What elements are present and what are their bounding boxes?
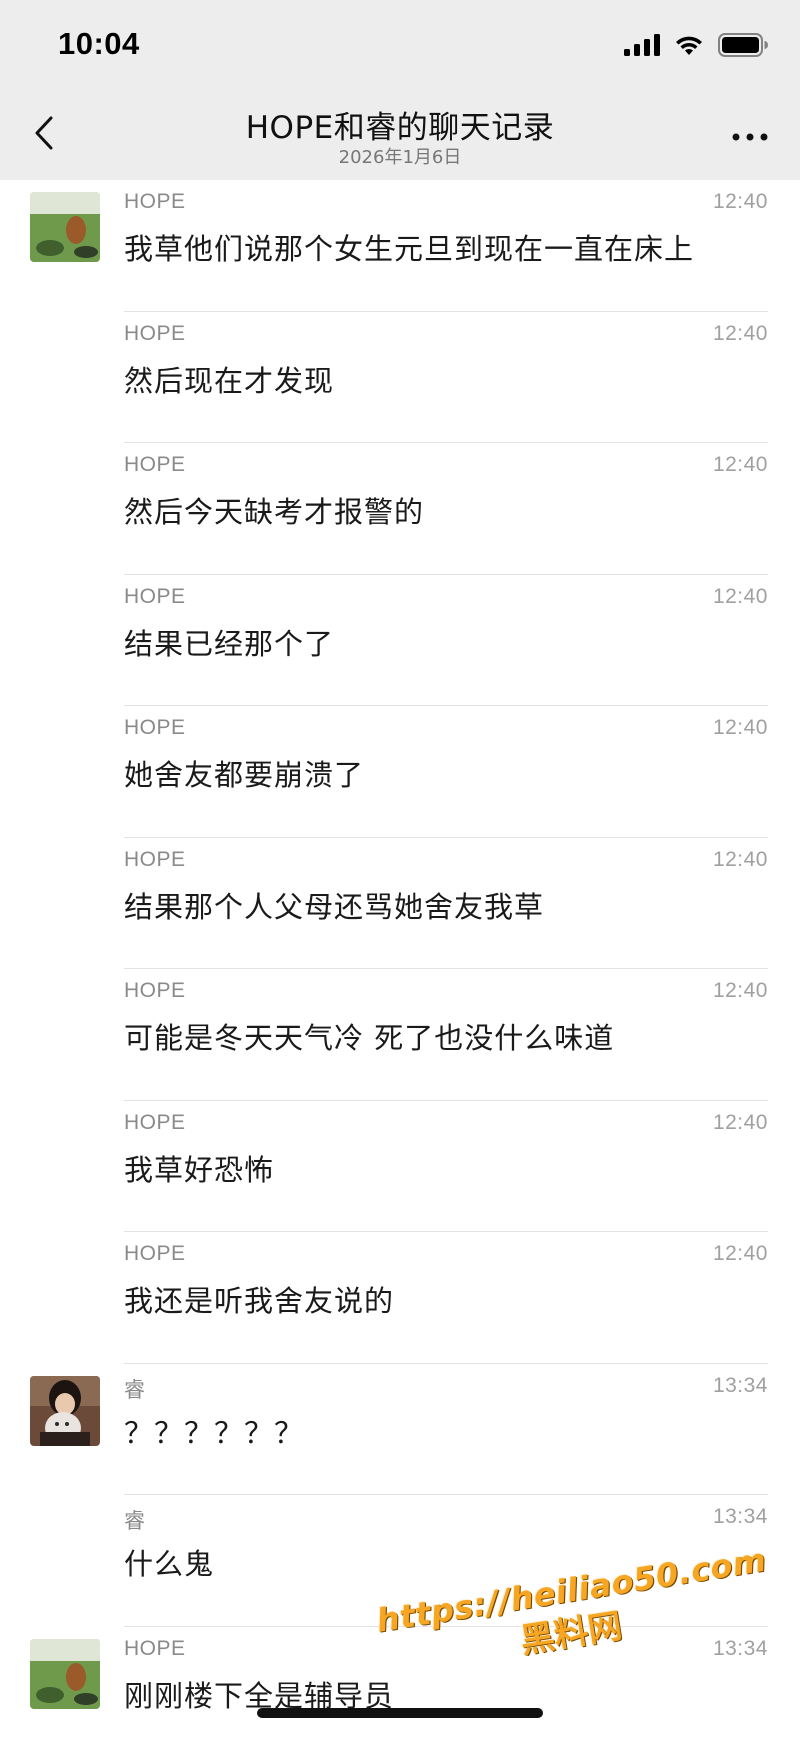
message-text: 我草他们说那个女生元旦到现在一直在床上: [124, 226, 694, 268]
wifi-icon: [674, 34, 704, 60]
message-sender: HOPE: [124, 1242, 186, 1266]
message-text: 她舍友都要崩溃了: [124, 752, 364, 794]
message-item[interactable]: HOPE 12:40 然后今天缺考才报警的: [0, 443, 800, 575]
message-time: 12:40: [713, 453, 768, 477]
message-time: 12:40: [713, 1111, 768, 1135]
message-sender: HOPE: [124, 322, 186, 346]
status-time: 10:04: [58, 26, 140, 62]
message-sender: 睿: [124, 1374, 146, 1404]
message-text: 我草好恐怖: [124, 1147, 274, 1189]
message-text: 然后今天缺考才报警的: [124, 489, 424, 531]
message-list[interactable]: HOPE 12:40 我草他们说那个女生元旦到现在一直在床上 HOPE 12:4…: [0, 180, 800, 1758]
message-sender: HOPE: [124, 1637, 186, 1661]
message-sender: HOPE: [124, 453, 186, 477]
message-text: 然后现在才发现: [124, 358, 334, 400]
message-text: 什么鬼: [124, 1541, 214, 1583]
message-time: 12:40: [713, 322, 768, 346]
message-sender: HOPE: [124, 716, 186, 740]
battery-icon: [718, 33, 768, 61]
avatar-hope[interactable]: [30, 192, 100, 262]
avatar-rui[interactable]: [30, 1376, 100, 1446]
message-item[interactable]: HOPE 12:40 可能是冬天天气冷 死了也没什么味道: [0, 969, 800, 1101]
message-text: ？？？？？？: [124, 1410, 304, 1452]
status-icons: [624, 32, 768, 62]
message-time: 12:40: [713, 585, 768, 609]
message-time: 12:40: [713, 979, 768, 1003]
message-time: 12:40: [713, 848, 768, 872]
message-item[interactable]: HOPE 12:40 结果已经那个了: [0, 575, 800, 707]
message-item[interactable]: 睿 13:34 什么鬼: [0, 1495, 800, 1627]
message-text: 结果已经那个了: [124, 621, 334, 663]
message-item[interactable]: HOPE 12:40 她舍友都要崩溃了: [0, 706, 800, 838]
message-item[interactable]: HOPE 12:40 然后现在才发现: [0, 312, 800, 444]
avatar-hope[interactable]: [30, 1639, 100, 1709]
message-time: 12:40: [713, 716, 768, 740]
more-dots-icon: [732, 126, 768, 145]
message-sender: HOPE: [124, 979, 186, 1003]
message-sender: HOPE: [124, 848, 186, 872]
more-button[interactable]: [730, 120, 770, 150]
status-bar: 10:04: [0, 0, 800, 92]
message-item[interactable]: HOPE 13:34 刚刚楼下全是辅导员: [0, 1627, 800, 1758]
message-item[interactable]: HOPE 12:40 我还是听我舍友说的: [0, 1232, 800, 1364]
message-time: 12:40: [713, 1242, 768, 1266]
message-item[interactable]: HOPE 12:40 我草好恐怖: [0, 1101, 800, 1233]
page-subtitle-date: 2026年1月6日: [0, 143, 800, 169]
message-sender: HOPE: [124, 1111, 186, 1135]
message-text: 结果那个人父母还骂她舍友我草: [124, 884, 544, 926]
signal-icon: [624, 34, 660, 60]
message-item[interactable]: HOPE 12:40 我草他们说那个女生元旦到现在一直在床上: [0, 180, 800, 312]
message-time: 13:34: [713, 1374, 768, 1398]
message-time: 12:40: [713, 190, 768, 214]
message-time: 13:34: [713, 1505, 768, 1529]
message-sender: HOPE: [124, 190, 186, 214]
nav-bar: HOPE和睿的聊天记录 2026年1月6日: [0, 92, 800, 180]
page-title: HOPE和睿的聊天记录: [0, 102, 800, 147]
message-item[interactable]: 睿 13:34 ？？？？？？: [0, 1364, 800, 1496]
message-time: 13:34: [713, 1637, 768, 1661]
message-text: 可能是冬天天气冷 死了也没什么味道: [124, 1015, 614, 1057]
message-item[interactable]: HOPE 12:40 结果那个人父母还骂她舍友我草: [0, 838, 800, 970]
home-indicator[interactable]: [257, 1708, 543, 1718]
message-sender: 睿: [124, 1505, 146, 1535]
message-text: 我还是听我舍友说的: [124, 1278, 394, 1320]
message-sender: HOPE: [124, 585, 186, 609]
